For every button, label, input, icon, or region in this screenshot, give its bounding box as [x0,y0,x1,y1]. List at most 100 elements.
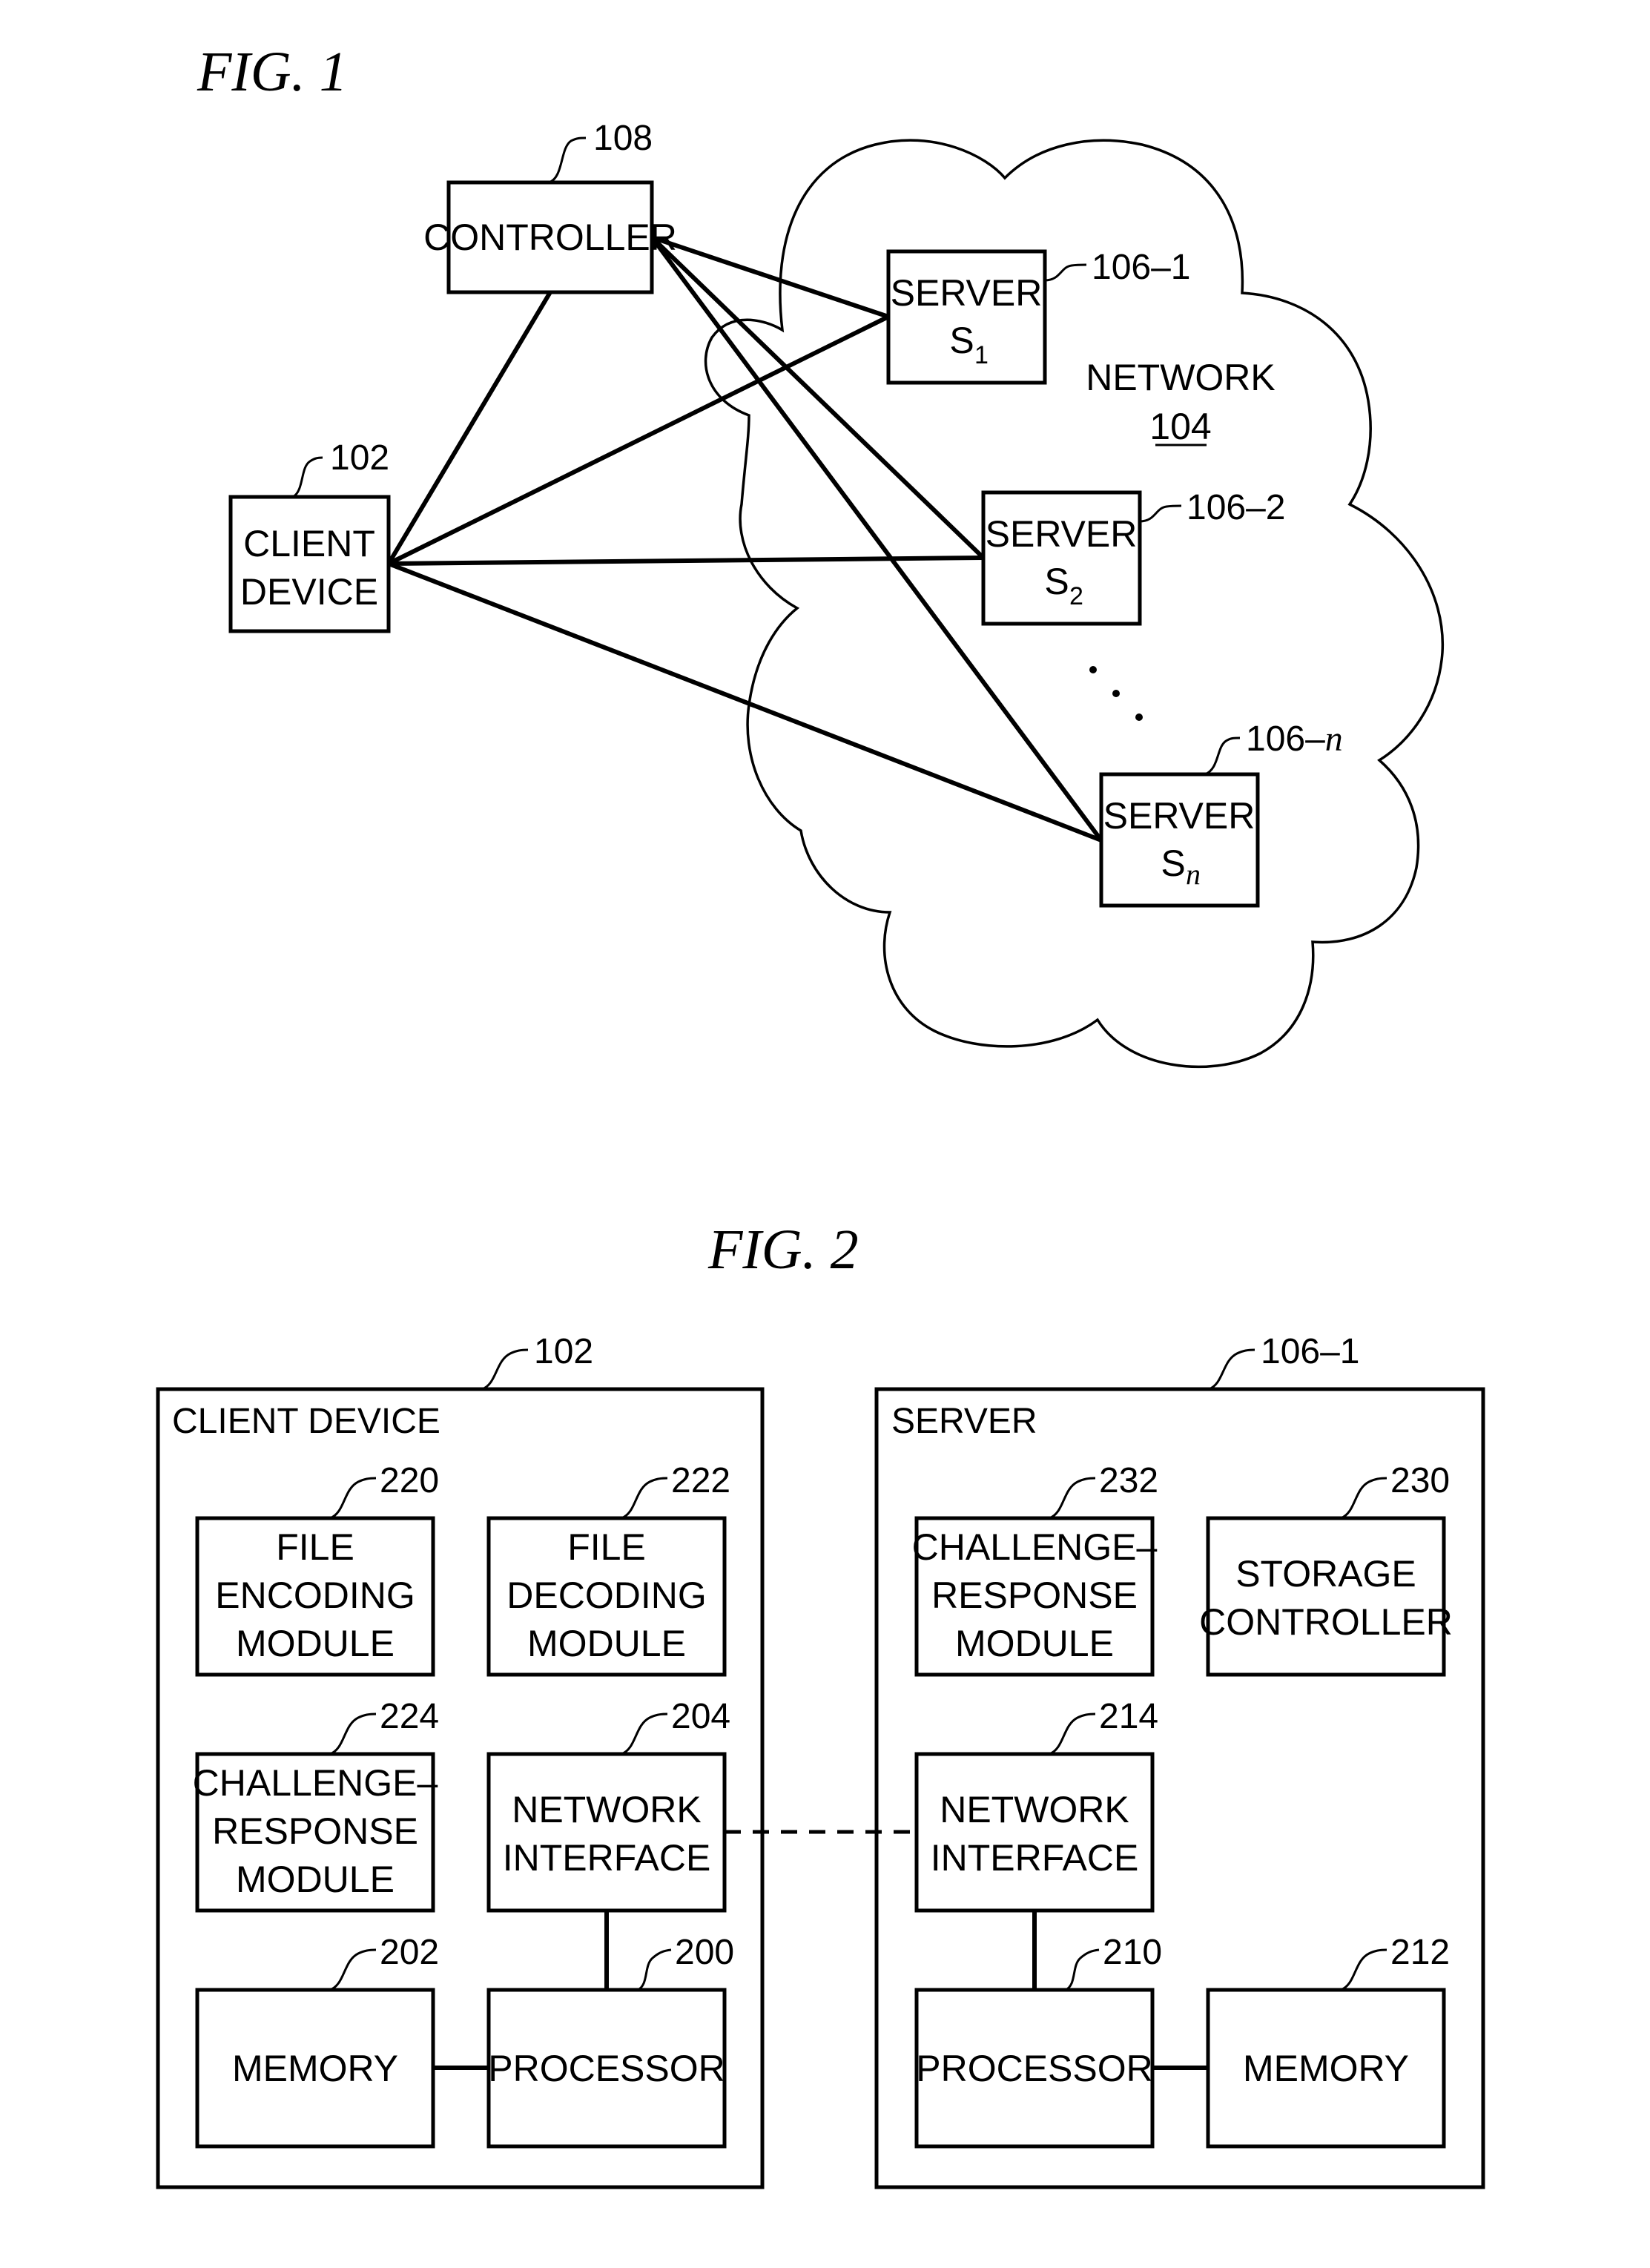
file-decoding-ref: 222 [671,1461,730,1500]
client-network-interface[interactable]: NETWORK INTERFACE 204 [486,1697,730,1913]
fig2-client-heading: CLIENT DEVICE [172,1402,440,1441]
file-encoding-module[interactable]: FILE ENCODING MODULE 220 [195,1461,439,1677]
client-memory[interactable]: MEMORY 202 [195,1933,439,2149]
controller-leader [548,136,587,184]
file-decoding-line2: DECODING [506,1575,706,1616]
server-sn-label: SERVER [1103,795,1255,837]
client-netif-ref: 204 [671,1697,730,1736]
fig1-title: FIG. 1 [197,41,348,103]
client-challenge-line3: MODULE [236,1859,395,1900]
figure-1: FIG. 1 CONTROLLER 108 CLIENT DEVICE 102 … [197,41,1445,1069]
server-s2-subscript: 2 [1069,582,1083,610]
server-memory-leader [1340,1948,1387,1991]
storage-controller-module[interactable]: STORAGE CONTROLLER 230 [1199,1461,1453,1677]
client-memory-leader [329,1948,377,1991]
server-s2-node[interactable]: SERVER S 2 106–2 [981,488,1285,626]
client-challenge-line2: RESPONSE [212,1810,418,1852]
server-processor-label: PROCESSOR [916,2048,1153,2089]
client-processor-ref: 200 [675,1933,734,1972]
fig2-server-ref: 106–1 [1261,1332,1359,1371]
server-memory[interactable]: MEMORY 212 [1206,1933,1450,2149]
client-challenge-leader [329,1712,377,1756]
fig2-title: FIG. 2 [707,1219,859,1281]
client-challenge-response-module[interactable]: CHALLENGE– RESPONSE MODULE 224 [193,1697,439,1913]
patent-figures: FIG. 1 CONTROLLER 108 CLIENT DEVICE 102 … [156,41,1485,2189]
file-encoding-line1: FILE [276,1526,354,1568]
controller-node[interactable]: CONTROLLER 108 [423,119,677,294]
server-challenge-leader [1049,1477,1096,1520]
server-netif-ref: 214 [1099,1697,1158,1736]
storage-controller-ref: 230 [1390,1461,1450,1500]
server-challenge-ref: 232 [1099,1461,1158,1500]
file-decoding-leader [621,1477,668,1520]
server-netif-line2: INTERFACE [931,1837,1139,1879]
server-s2-symbol: S [1044,561,1069,602]
controller-ref: 108 [593,119,653,158]
server-s1-ref: 106–1 [1092,248,1190,287]
server-s1-leader [1044,263,1087,282]
server-sn-leader [1204,736,1241,776]
client-challenge-ref: 224 [380,1697,439,1736]
server-s2-leader [1139,504,1182,523]
server-sn-node[interactable]: SERVER S n 106–n [1099,719,1343,908]
server-sn-ref: 106–n [1246,719,1343,759]
server-sn-ref-suffix: n [1325,719,1343,759]
fig2-server-leader [1208,1348,1255,1391]
file-encoding-leader [329,1477,377,1520]
fig2-client-ref: 102 [534,1332,593,1371]
storage-controller-line1: STORAGE [1235,1553,1416,1595]
server-sn-ref-prefix: 106– [1246,719,1325,759]
fig2-client-leader [481,1348,529,1391]
client-device-node[interactable]: CLIENT DEVICE 102 [228,438,391,633]
file-encoding-line2: ENCODING [215,1575,415,1616]
client-device-ref: 102 [330,438,389,478]
server-challenge-line3: MODULE [955,1623,1114,1664]
ellipsis-dots [1089,666,1143,721]
client-processor[interactable]: PROCESSOR 200 [486,1933,734,2149]
server-sn-symbol: S [1161,843,1185,884]
storage-controller-leader [1340,1477,1387,1520]
client-processor-leader [637,1948,672,1991]
server-memory-ref: 212 [1390,1933,1450,1972]
client-memory-ref: 202 [380,1933,439,1972]
controller-label: CONTROLLER [423,217,677,258]
file-encoding-line3: MODULE [236,1623,395,1664]
server-processor-leader [1065,1948,1100,1991]
client-device-label-line1: CLIENT [243,523,375,564]
server-s1-symbol: S [949,320,974,361]
network-ref: 104 [1149,406,1211,447]
server-netif-leader [1049,1712,1096,1756]
fig2-server-heading: SERVER [891,1402,1037,1441]
client-netif-line1: NETWORK [512,1789,702,1830]
server-challenge-line1: CHALLENGE– [912,1526,1158,1568]
client-netif-leader [621,1712,668,1756]
server-network-interface[interactable]: NETWORK INTERFACE 214 [914,1697,1158,1913]
server-challenge-line2: RESPONSE [931,1575,1138,1616]
client-device-label-line2: DEVICE [240,571,378,613]
storage-controller-line2: CONTROLLER [1199,1601,1453,1643]
server-s1-label: SERVER [891,272,1043,314]
server-netif-line1: NETWORK [940,1789,1129,1830]
file-decoding-line3: MODULE [527,1623,686,1664]
server-processor-ref: 210 [1103,1933,1162,1972]
server-challenge-response-module[interactable]: CHALLENGE– RESPONSE MODULE 232 [912,1461,1158,1677]
client-challenge-line1: CHALLENGE– [193,1762,438,1804]
fig2-client-device: CLIENT DEVICE 102 FILE ENCODING MODULE 2… [156,1332,765,2189]
fig2-server: SERVER 106–1 CHALLENGE– RESPONSE MODULE … [874,1332,1485,2189]
server-processor[interactable]: PROCESSOR 210 [914,1933,1162,2149]
file-decoding-module[interactable]: FILE DECODING MODULE 222 [486,1461,730,1677]
server-memory-label: MEMORY [1243,2048,1409,2089]
file-encoding-ref: 220 [380,1461,439,1500]
link-controller-server1 [651,235,889,319]
client-netif-line2: INTERFACE [503,1837,711,1879]
figure-2: FIG. 2 CLIENT DEVICE 102 FILE ENCODING M… [156,1219,1485,2189]
file-decoding-line1: FILE [567,1526,646,1568]
client-memory-label: MEMORY [232,2048,398,2089]
server-s2-label: SERVER [986,513,1138,555]
server-s1-subscript: 1 [974,341,989,369]
server-sn-subscript: n [1186,857,1201,891]
server-s2-ref: 106–2 [1187,488,1285,527]
client-device-leader [292,456,323,498]
client-processor-label: PROCESSOR [488,2048,725,2089]
network-label: NETWORK [1086,357,1276,398]
